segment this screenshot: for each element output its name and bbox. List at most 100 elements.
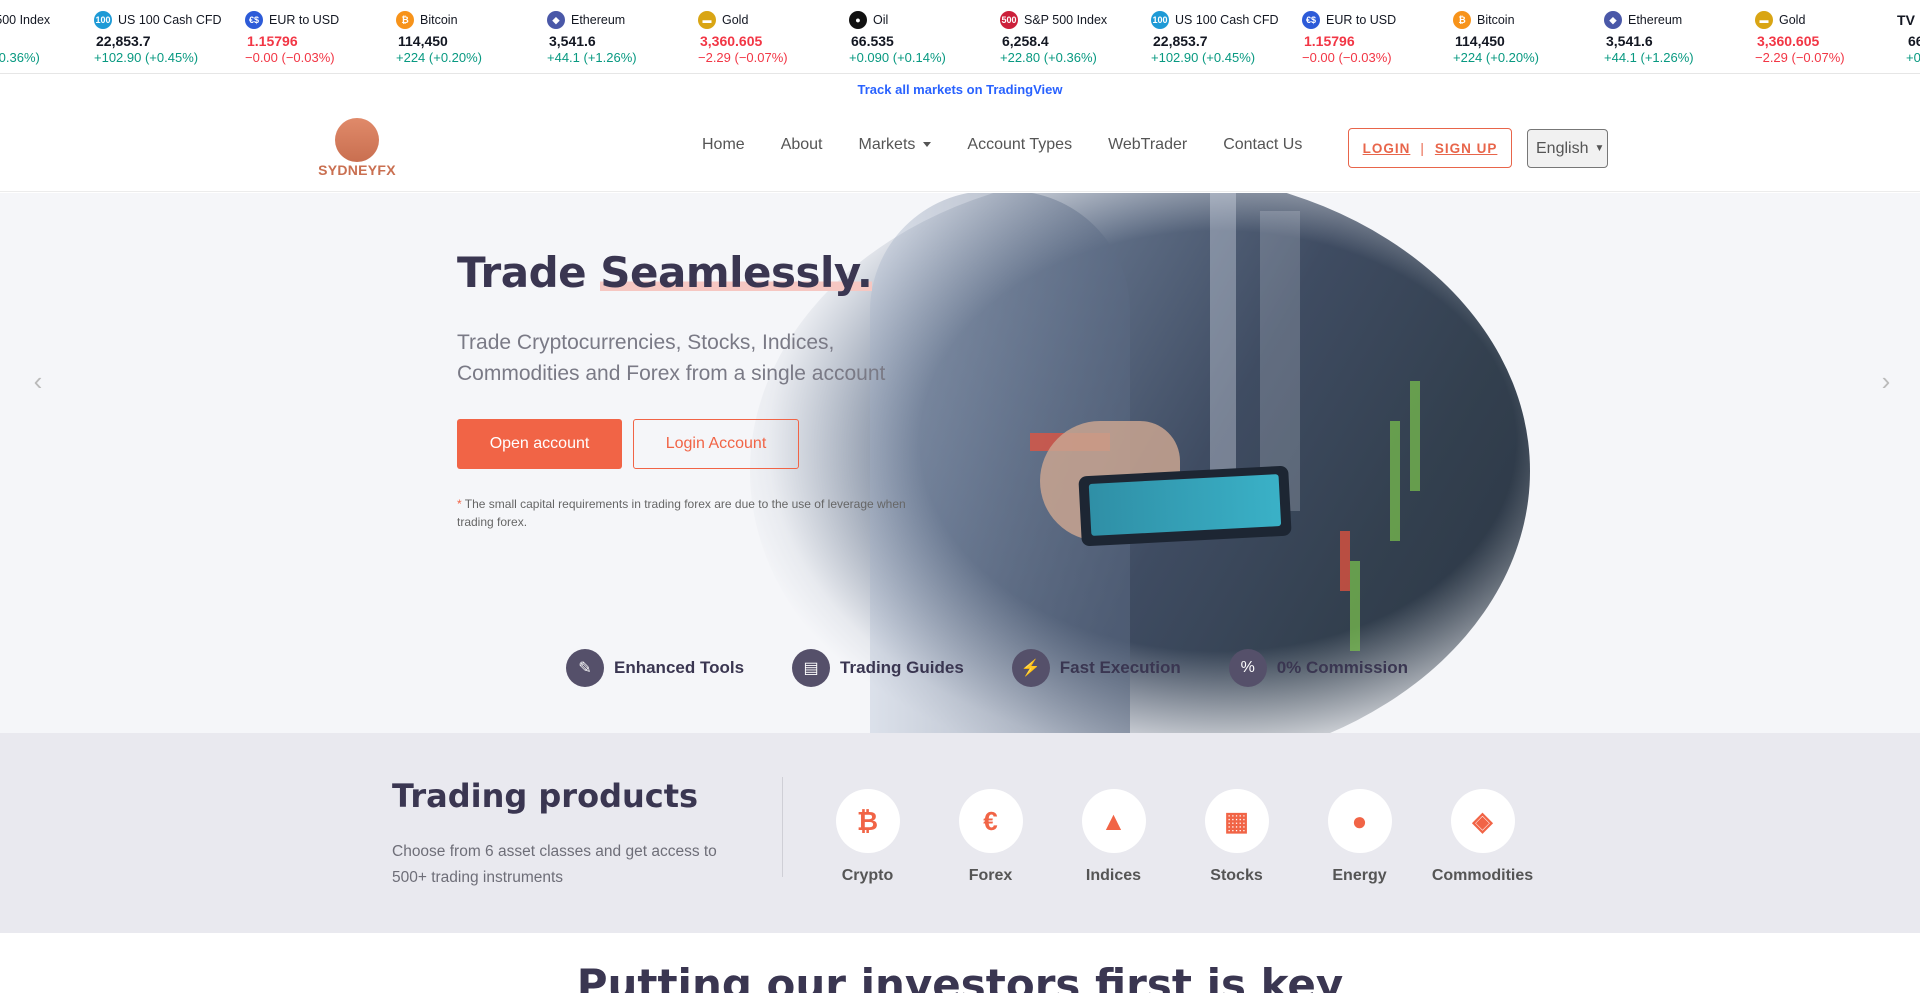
ticker-price: 1.15796	[1304, 33, 1355, 49]
ticker-change: +102.90 (+0.45%)	[94, 50, 199, 65]
box-icon: ◈	[1450, 789, 1515, 853]
ticker-name: EUR to USD	[269, 13, 340, 27]
ticker-item[interactable]: ₿ Bitcoin 114,450 +224 (+0.20%)	[396, 0, 547, 73]
slider-prev-arrow-icon[interactable]: ‹	[26, 366, 50, 396]
market-ticker: 500S&P 500 Index6,258.4+22.80 (+0.36%)10…	[0, 0, 1920, 74]
ticker-item[interactable]: 100 US 100 Cash CFD 22,853.7 +102.90 (+0.45…	[94, 0, 245, 73]
ticker-head: 100 US 100 Cash CFD	[94, 10, 245, 30]
ticker-name: US 100 Cash CFD	[118, 13, 222, 27]
ticker-item[interactable]: ₿ Bitcoin 114,450 +224 (+0.20%)	[1453, 0, 1604, 73]
ticker-price: 114,450	[398, 33, 448, 49]
nav-markets[interactable]: Markets	[859, 136, 932, 154]
ticker-item[interactable]: €$ EUR to USD 1.15796 −0.00 (−0.03%)	[1302, 0, 1453, 73]
hero-slider: Trade Seamlessly. Trade Cryptocurrencies…	[0, 193, 1920, 733]
feature-label: Enhanced Tools	[614, 658, 745, 677]
ticker-head: €$ EUR to USD	[245, 10, 396, 30]
login-link[interactable]: LOGIN	[1363, 141, 1411, 156]
euro-icon: €	[958, 789, 1023, 853]
hero-title-plain: Trade	[457, 248, 601, 297]
photo-red-candle	[1340, 531, 1350, 591]
ticker-head: ▬ Gold	[698, 10, 849, 30]
ticker-head: ▬ Gold	[1755, 10, 1906, 30]
asset-icon: ₿	[396, 11, 414, 29]
ticker-name: Ethereum	[571, 13, 626, 27]
ticker-name: EUR to USD	[1326, 13, 1397, 27]
product-label: Forex	[968, 867, 1013, 884]
ticker-name: Gold	[722, 13, 749, 27]
product-label: Indices	[1085, 867, 1142, 884]
tradingview-logo-icon[interactable]: TV	[1892, 8, 1920, 32]
feature-list: ✎ Enhanced Tools ▤ Trading Guides ⚡ Fast…	[566, 649, 1456, 687]
asset-icon: €$	[245, 11, 263, 29]
feature-trading-guides: ▤ Trading Guides	[792, 649, 964, 687]
login-account-button[interactable]: Login Account	[633, 419, 799, 469]
products-title: Trading products	[392, 777, 699, 815]
feature-label: 0% Commission	[1276, 658, 1409, 677]
ticker-item[interactable]: 500S&P 500 Index6,258.4+22.80 (+0.36%)	[1000, 0, 1151, 73]
ticker-price: 6,258.4	[0, 33, 94, 49]
signup-link[interactable]: SIGN UP	[1435, 141, 1498, 156]
slider-next-arrow-icon[interactable]: ›	[1874, 366, 1898, 396]
ticker-item[interactable]: ● Oil 66.535+0.090 (+0.14%)	[849, 0, 1000, 73]
ticker-price: 3,360.605	[700, 33, 763, 49]
auth-box: LOGIN | SIGN UP	[1348, 128, 1512, 168]
investors-first-title: Putting our investors first is key	[576, 960, 1344, 993]
chevron-down-icon: ▼	[1594, 143, 1605, 154]
ticker-head: €$ EUR to USD	[1302, 10, 1453, 30]
auth-separator: |	[1420, 140, 1425, 156]
caret-down-icon	[923, 142, 932, 147]
nav-webtrader[interactable]: WebTrader	[1108, 136, 1187, 154]
ticker-head: ● Oil	[849, 10, 1000, 30]
nav-contact-us[interactable]: Contact Us	[1223, 136, 1302, 154]
divider	[782, 777, 783, 877]
ticker-name: Oil	[873, 13, 889, 27]
drop-icon: ●	[1327, 789, 1392, 853]
ticker-item[interactable]: 500S&P 500 Index6,258.4+22.80 (+0.36%)	[0, 0, 94, 73]
ticker-item[interactable]: ▬ Gold 3,360.605 −2.29 (−0.07%)	[1755, 0, 1906, 73]
asset-icon: €$	[1302, 11, 1320, 29]
products-description: Choose from 6 asset classes and get acce…	[392, 843, 717, 886]
trading-products-section: Trading products Choose from 6 asset cla…	[0, 733, 1920, 933]
ticker-change: +224 (+0.20%)	[1453, 50, 1540, 65]
photo-green-candle	[1350, 561, 1360, 651]
nav-home[interactable]: Home	[702, 136, 745, 154]
ticker-head: ₿ Bitcoin	[1453, 10, 1604, 30]
ticker-price: 22,853.7	[1153, 33, 1208, 49]
ticker-item[interactable]: ◆ Ethereum 3,541.6 +44.1 (+1.26%)	[1604, 0, 1755, 73]
ticker-item[interactable]: ▬ Gold 3,360.605 −2.29 (−0.07%)	[698, 0, 849, 73]
product-commodities[interactable]: ◈ Commodities	[1421, 789, 1544, 885]
nav-about[interactable]: About	[781, 136, 823, 154]
ticker-price: 3,360.605	[1757, 33, 1820, 49]
photo-green-candle	[1410, 381, 1420, 491]
photo-tablet	[1078, 465, 1292, 547]
language-select[interactable]: English ▼	[1527, 129, 1608, 168]
ticker-name: Gold	[1779, 13, 1806, 27]
product-energy[interactable]: ● Energy	[1298, 789, 1421, 885]
ticker-item[interactable]: 100 US 100 Cash CFD 22,853.7 +102.90 (+0.45…	[1151, 0, 1302, 73]
asset-icon: ●	[849, 11, 867, 29]
asset-icon: 100	[94, 11, 112, 29]
ticker-item[interactable]: ◆ Ethereum 3,541.6 +44.1 (+1.26%)	[547, 0, 698, 73]
ticker-name: S&P 500 Index	[0, 13, 51, 27]
open-account-button[interactable]: Open account	[457, 419, 622, 469]
area-chart-icon: ▲	[1081, 789, 1146, 853]
main-nav: Home About Markets Account Types WebTrad…	[702, 97, 1338, 192]
ticker-item[interactable]: €$ EUR to USD 1.15796 −0.00 (−0.03%)	[245, 0, 396, 73]
photo-screen-column	[1210, 193, 1236, 511]
product-forex[interactable]: € Forex	[929, 789, 1052, 885]
percent-icon: %	[1228, 649, 1267, 687]
nav-account-types[interactable]: Account Types	[967, 136, 1072, 154]
ticker-price: 1.15796	[247, 33, 298, 49]
leverage-disclaimer: * The small capital requirements in trad…	[457, 495, 907, 531]
sydneyfx-logo[interactable]: SYDNEYFX	[311, 118, 403, 180]
product-crypto[interactable]: ₿ Crypto	[806, 789, 929, 885]
product-label: Energy	[1332, 867, 1387, 884]
feature-label: Trading Guides	[840, 658, 964, 677]
product-indices[interactable]: ▲ Indices	[1052, 789, 1175, 885]
product-stocks[interactable]: ▦ Stocks	[1175, 789, 1298, 885]
asset-icon: ◆	[547, 11, 565, 29]
tradingview-link[interactable]: Track all markets on TradingView	[0, 82, 1920, 97]
product-list: ₿ Crypto € Forex ▲ Indices ▦ Stocks ● En…	[806, 789, 1544, 885]
ticker-change: +22.80 (+0.36%)	[0, 50, 40, 65]
logo-bull-bear-icon	[335, 118, 379, 162]
